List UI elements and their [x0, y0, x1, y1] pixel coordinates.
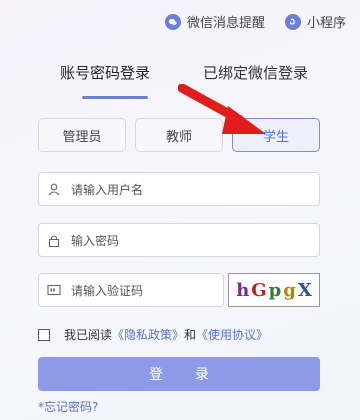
captcha-char: X [297, 279, 312, 301]
captcha-char: g [283, 279, 296, 301]
agreement-conj: 和 [184, 328, 197, 342]
captcha-char: p [268, 279, 282, 301]
lock-icon [47, 233, 61, 247]
wechat-icon [164, 13, 181, 30]
terms-of-use-link[interactable]: 《使用协议》 [196, 326, 268, 343]
tab-wechat-login[interactable]: 已绑定微信登录 [203, 62, 308, 83]
privacy-policy-link[interactable]: 《隐私政策》 [112, 326, 184, 343]
mini-program-label: 小程序 [306, 16, 346, 31]
mini-program-link[interactable]: 小程序 [284, 12, 346, 31]
top-links: 微信消息提醒 小程序 [164, 12, 346, 31]
user-icon [47, 182, 61, 196]
wechat-notify-link[interactable]: 微信消息提醒 [164, 12, 265, 31]
captcha-icon [47, 283, 61, 297]
username-field[interactable]: 请输入用户名 [38, 172, 320, 206]
captcha-field[interactable]: 请输入验证码 [38, 273, 224, 307]
agreement-prefix: 我已阅读 [64, 328, 113, 342]
captcha-char: G [251, 279, 267, 301]
agreement-row: 我已阅读 《隐私政策》 和 《使用协议》 [38, 326, 268, 343]
captcha-char: h [236, 279, 250, 301]
password-field[interactable]: 输入密码 [38, 223, 320, 257]
username-placeholder: 请输入用户名 [71, 182, 144, 197]
password-placeholder: 输入密码 [71, 233, 120, 248]
captcha-image[interactable]: h G p g X [228, 273, 320, 307]
captcha-placeholder: 请输入验证码 [71, 283, 144, 298]
forgot-password-link[interactable]: *忘记密码? [38, 398, 98, 415]
tab-account-login[interactable]: 账号密码登录 [60, 62, 150, 83]
active-tab-indicator [82, 96, 148, 99]
login-button[interactable]: 登录 [38, 357, 320, 391]
role-admin-button[interactable]: 管理员 [38, 118, 126, 152]
red-arrow [178, 84, 266, 134]
mini-program-icon [284, 13, 301, 30]
wechat-notify-label: 微信消息提醒 [186, 16, 265, 31]
agree-checkbox[interactable] [38, 328, 50, 341]
